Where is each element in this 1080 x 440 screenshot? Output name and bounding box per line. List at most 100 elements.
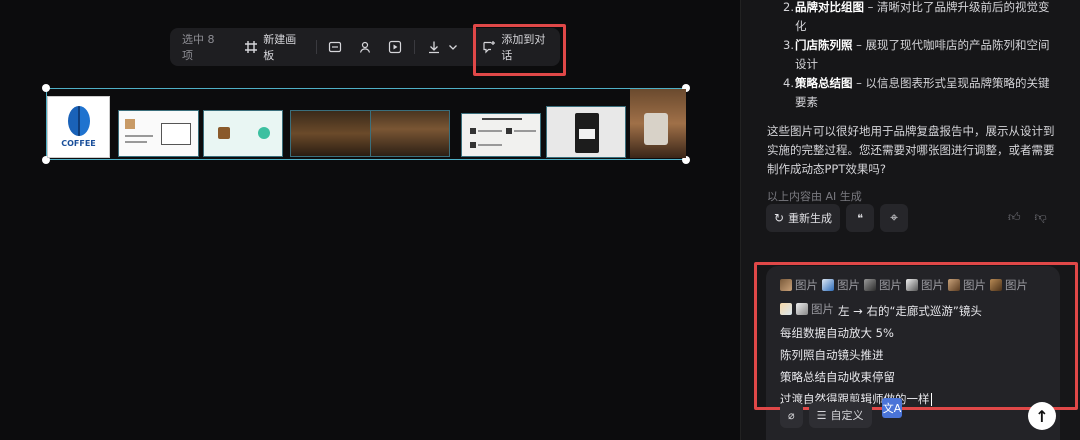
add-to-chat-label: 添加到对话: [501, 33, 546, 62]
image-chip-thumb: [864, 279, 876, 291]
logo-wordmark: COFFEE: [61, 139, 96, 148]
image-chip-thumb: [990, 279, 1002, 291]
thumb-graphic: [514, 130, 536, 132]
input-line: 每组数据自动放大 5%: [780, 326, 894, 340]
list-number: 4.: [783, 76, 794, 90]
image-chip[interactable]: 图片: [796, 298, 834, 320]
thumb-graphic: [470, 128, 476, 134]
thumb-graphic: [579, 129, 595, 139]
send-button[interactable]: ↑: [1028, 402, 1056, 430]
custom-label: 自定义: [830, 409, 864, 422]
attach-button[interactable]: ⌀: [780, 402, 803, 428]
image-chip-thumb: [822, 279, 834, 291]
person-icon: [358, 40, 372, 54]
input-line: 图片 图片 图片 图片 图片 图片: [780, 274, 1050, 298]
new-board-label: 新建画板: [263, 33, 297, 62]
image-chip-thumb: [780, 303, 792, 315]
play-button[interactable]: [380, 28, 410, 66]
play-icon: [388, 40, 402, 54]
text-frame-icon: [328, 40, 342, 54]
image-store-front[interactable]: [290, 110, 372, 157]
thumb-graphic: [478, 144, 502, 146]
image-chip-thumb: [906, 279, 918, 291]
image-chip-label: 图片: [837, 278, 860, 292]
resize-handle-top-left[interactable]: [42, 84, 50, 92]
image-coffee-cup[interactable]: [630, 89, 686, 158]
canvas-area[interactable]: 选中 8 项 新建画板 添加到对话 COFFEE: [0, 0, 740, 440]
input-line: 陈列照自动镜头推进: [780, 348, 884, 362]
image-chip[interactable]: 图片: [864, 274, 902, 296]
list-number: 3.: [783, 38, 794, 52]
assistant-message: 2. 品牌对比组图 – 清晰对比了品牌升级前后的视觉变化 3. 门店陈列照 – …: [767, 0, 1057, 206]
input-line: 策略总结自动收束停留: [780, 370, 895, 384]
thumb-graphic: [218, 127, 230, 139]
thumbs-up-icon[interactable]: 👍︎: [1008, 210, 1021, 225]
coffee-bean-logo: [67, 106, 90, 136]
thumb-graphic: [258, 127, 270, 139]
thumb-graphic: [644, 113, 668, 145]
list-text: 品牌对比组图 – 清晰对比了品牌升级前后的视觉变化: [795, 0, 1057, 36]
thumb-graphic: [125, 135, 153, 137]
thumb-graphic: [478, 130, 502, 132]
sliders-icon: ☰: [816, 408, 827, 422]
regenerate-button[interactable]: ↻ 重新生成: [766, 204, 841, 232]
refresh-icon: ↻: [774, 211, 785, 225]
target-button[interactable]: ⌖: [880, 204, 909, 232]
image-strategy-summary[interactable]: [461, 113, 541, 157]
quote-icon: ❝: [857, 211, 864, 225]
thumb-graphic: [161, 123, 191, 145]
arrow-up-icon: ↑: [1035, 406, 1049, 426]
feedback-buttons: 👍︎ 👎︎: [1008, 210, 1047, 225]
text-caret: [930, 393, 932, 406]
download-dropdown[interactable]: [419, 28, 468, 66]
new-board-button[interactable]: 新建画板: [236, 28, 311, 66]
input-line-text: 左 → 右的“走廊式巡游”镜头: [838, 304, 982, 318]
download-icon: [427, 40, 441, 54]
input-toolbar: ⌀ ☰ 自定义: [780, 402, 872, 428]
chat-input-field[interactable]: 图片 图片 图片 图片 图片 图片 图片左 → 右的“走廊式巡游”镜头 每组数据自动放大 …: [780, 274, 1050, 410]
quote-button[interactable]: ❝: [846, 204, 875, 232]
image-brand-compare-2[interactable]: [203, 110, 283, 157]
paperclip-icon: ⌀: [788, 408, 795, 422]
hash-frame-icon: [244, 40, 258, 54]
image-store-interior[interactable]: [370, 110, 450, 157]
translate-icon[interactable]: 文A: [882, 398, 902, 418]
thumb-graphic: [125, 141, 147, 143]
thumbs-down-icon[interactable]: 👎︎: [1035, 210, 1047, 225]
list-item: 3. 门店陈列照 – 展现了现代咖啡店的产品陈列和空间设计: [767, 36, 1057, 74]
input-line: 图片左 → 右的“走廊式巡游”镜头: [780, 298, 1050, 322]
image-chip-label: 图片: [921, 278, 944, 292]
selected-count: 选中 8 项: [182, 33, 215, 62]
image-chip[interactable]: 图片: [822, 274, 860, 296]
thumb-graphic: [125, 119, 135, 129]
chevron-down-icon: [446, 40, 460, 54]
image-brand-compare[interactable]: [118, 110, 199, 157]
add-to-chat-button[interactable]: 添加到对话: [468, 28, 560, 66]
list-title: 品牌对比组图: [795, 0, 864, 14]
custom-button[interactable]: ☰ 自定义: [808, 402, 872, 428]
list-item: 2. 品牌对比组图 – 清晰对比了品牌升级前后的视觉变化: [767, 0, 1057, 36]
image-coffee-bag[interactable]: [546, 106, 626, 158]
image-chip-label: 图片: [879, 278, 902, 292]
list-title: 策略总结图: [795, 76, 853, 90]
image-chip[interactable]: [780, 303, 792, 315]
text-layout-button[interactable]: [320, 28, 350, 66]
image-chip-label: 图片: [795, 278, 818, 292]
portrait-button[interactable]: [350, 28, 380, 66]
list-title: 门店陈列照: [795, 38, 853, 52]
target-icon: ⌖: [890, 210, 898, 226]
image-chip-label: 图片: [1005, 278, 1028, 292]
image-chip-label: 图片: [811, 302, 834, 316]
image-chip-thumb: [780, 279, 792, 291]
toolbar-divider: [315, 40, 317, 54]
image-chip[interactable]: 图片: [948, 274, 986, 296]
image-chip[interactable]: 图片: [906, 274, 944, 296]
image-chip-thumb: [796, 303, 808, 315]
message-paragraph: 这些图片可以很好地用于品牌复盘报告中，展示从设计到实施的完整过程。您还需要对哪张…: [767, 124, 1055, 176]
image-chip[interactable]: 图片: [780, 274, 818, 296]
thumb-graphic: [506, 128, 512, 134]
list-text: 门店陈列照 – 展现了现代咖啡店的产品陈列和空间设计: [795, 36, 1057, 74]
image-coffee-logo[interactable]: COFFEE: [47, 96, 110, 158]
image-chip[interactable]: 图片: [990, 274, 1028, 296]
thumb-graphic: [482, 118, 522, 120]
